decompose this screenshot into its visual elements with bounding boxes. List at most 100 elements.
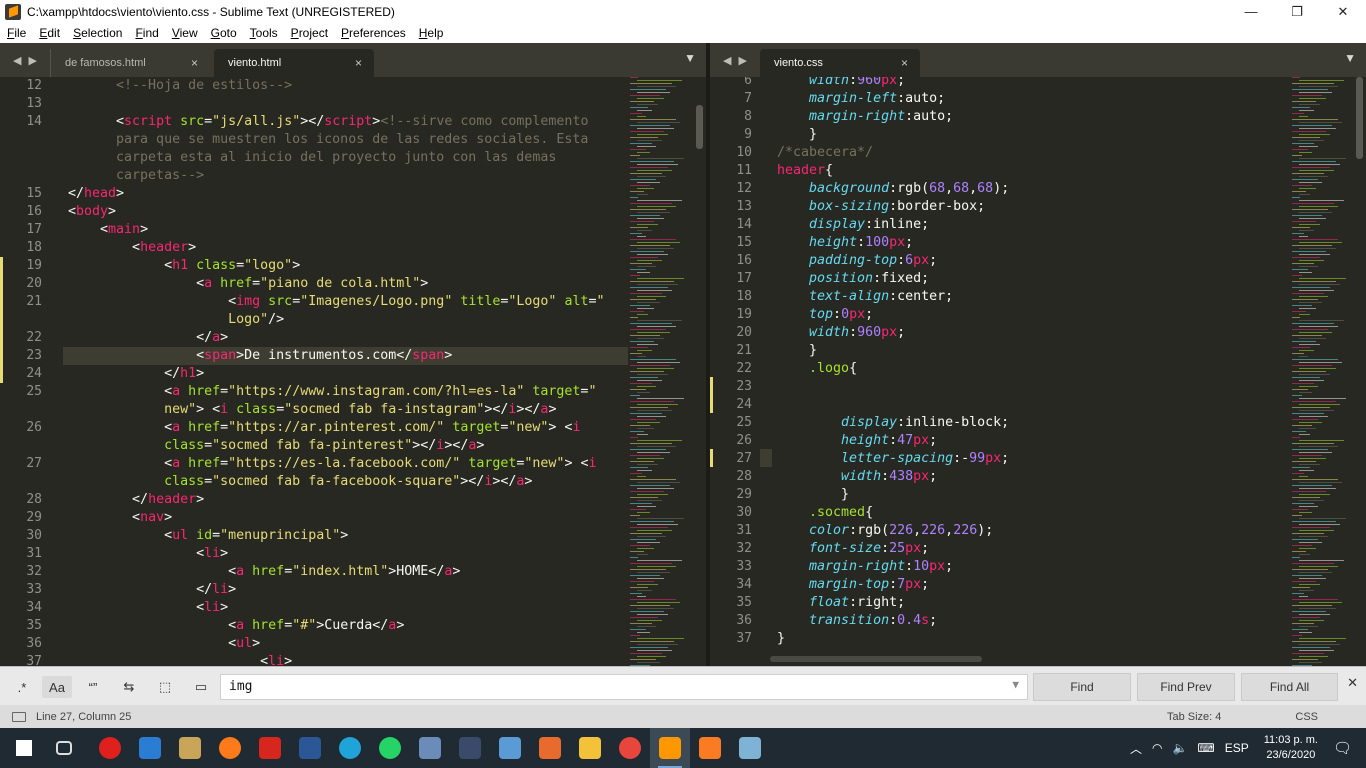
code-line[interactable]: font-size:25px; bbox=[777, 540, 929, 558]
code-line[interactable]: <a href="#">Cuerda</a> bbox=[68, 617, 404, 635]
arrow-left-icon[interactable]: ◀ bbox=[13, 54, 21, 67]
code-line[interactable]: class="socmed fab fa-facebook-square"></… bbox=[68, 473, 532, 491]
code-line[interactable]: text-align:center; bbox=[777, 288, 953, 306]
code-line[interactable]: <li> bbox=[68, 599, 228, 617]
code-line[interactable]: margin-right:10px; bbox=[777, 558, 953, 576]
code-line[interactable]: color:rgb(226,226,226); bbox=[777, 522, 993, 540]
code-line[interactable]: carpeta esta al inicio del proyecto junt… bbox=[68, 149, 556, 167]
code-line[interactable]: <body> bbox=[68, 203, 116, 221]
code-line[interactable]: margin-left:auto; bbox=[777, 90, 945, 108]
code-line[interactable]: <ul> bbox=[68, 635, 260, 653]
code-line[interactable]: background:rgb(68,68,68); bbox=[777, 180, 1009, 198]
minimap[interactable] bbox=[1292, 77, 1356, 666]
code-line[interactable]: margin-top:7px; bbox=[777, 576, 929, 594]
whatsapp-icon[interactable] bbox=[370, 728, 410, 768]
code-line[interactable]: </li> bbox=[68, 581, 236, 599]
code-line[interactable]: <a href="index.html">HOME</a> bbox=[68, 563, 460, 581]
code-line[interactable]: <a href="https://es-la.facebook.com/" ta… bbox=[68, 455, 596, 473]
code-line[interactable]: width:438px; bbox=[777, 468, 937, 486]
tab-de-famosos[interactable]: de famosos.html × bbox=[50, 49, 210, 77]
code-line[interactable]: height:47px; bbox=[777, 432, 937, 450]
code-line[interactable]: <h1 class="logo"> bbox=[68, 257, 300, 275]
menu-edit[interactable]: Edit bbox=[32, 26, 66, 40]
tab-size-indicator[interactable]: Tab Size: 4 bbox=[1167, 711, 1221, 723]
tab-close-icon[interactable]: × bbox=[901, 56, 908, 70]
xampp-tool-icon[interactable] bbox=[410, 728, 450, 768]
code-line[interactable]: margin-right:auto; bbox=[777, 108, 953, 126]
code-line[interactable]: Logo"/> bbox=[68, 311, 284, 329]
acrobat-icon[interactable] bbox=[250, 728, 290, 768]
git-extensions-icon[interactable] bbox=[530, 728, 570, 768]
code-line[interactable]: para que se muestren los iconos de las r… bbox=[68, 131, 588, 149]
find-history-dropdown-icon[interactable]: ▼ bbox=[1012, 678, 1019, 691]
code-line[interactable]: </header> bbox=[68, 491, 204, 509]
find-input[interactable]: img ▼ bbox=[220, 674, 1028, 700]
code-line[interactable]: <header> bbox=[68, 239, 196, 257]
code-line[interactable]: <li> bbox=[68, 545, 228, 563]
menu-goto[interactable]: Goto bbox=[204, 26, 243, 40]
volume-icon[interactable]: 🔈 bbox=[1172, 741, 1187, 755]
highlight-matches-toggle[interactable]: ▭ bbox=[186, 676, 216, 698]
code-line[interactable]: } bbox=[777, 630, 785, 648]
menu-selection[interactable]: Selection bbox=[66, 26, 128, 40]
code-line[interactable]: display:inline; bbox=[777, 216, 929, 234]
code-line[interactable]: width:960px; bbox=[777, 77, 905, 90]
minimap[interactable] bbox=[630, 77, 694, 666]
code-line[interactable]: new"> <i class="socmed fab fa-instagram"… bbox=[68, 401, 556, 419]
tab-close-icon[interactable]: × bbox=[355, 56, 362, 70]
code-line[interactable]: float:right; bbox=[777, 594, 905, 612]
close-button[interactable]: ✕ bbox=[1320, 0, 1366, 23]
code-line[interactable]: position:fixed; bbox=[777, 270, 929, 288]
code-line[interactable]: } bbox=[777, 126, 817, 144]
code-line[interactable]: </a> bbox=[68, 329, 228, 347]
notifications-icon[interactable]: 🗨 bbox=[1333, 739, 1352, 757]
firefox-icon[interactable] bbox=[210, 728, 250, 768]
code-line[interactable]: letter-spacing:-99px; bbox=[777, 450, 1009, 468]
tab-nav-arrows[interactable]: ◀ ▶ bbox=[710, 43, 760, 77]
regex-toggle[interactable]: .* bbox=[8, 676, 36, 698]
code-line[interactable]: </h1> bbox=[68, 365, 204, 383]
code-line[interactable]: <ul id="menuprincipal"> bbox=[68, 527, 348, 545]
tab-menu-icon[interactable]: ▼ bbox=[684, 51, 696, 65]
code-line[interactable]: class="socmed fab fa-pinterest"></i></a> bbox=[68, 437, 484, 455]
language-indicator[interactable]: ESP bbox=[1225, 741, 1249, 755]
mail-icon[interactable] bbox=[130, 728, 170, 768]
notepad-icon[interactable] bbox=[730, 728, 770, 768]
code-line[interactable]: width:960px; bbox=[777, 324, 905, 342]
code-line[interactable]: <a href="https://www.instagram.com/?hl=e… bbox=[68, 383, 596, 401]
opera-icon[interactable] bbox=[90, 728, 130, 768]
code-line[interactable]: <img src="Imagenes/Logo.png" title="Logo… bbox=[68, 293, 604, 311]
tray-overflow-icon[interactable]: ︿ bbox=[1130, 740, 1142, 757]
minimize-button[interactable]: — bbox=[1228, 0, 1274, 23]
menu-find[interactable]: Find bbox=[128, 26, 164, 40]
tab-nav-arrows[interactable]: ◀ ▶ bbox=[0, 43, 50, 77]
code-line[interactable]: <span>De instrumentos.com</span> bbox=[68, 347, 452, 365]
syntax-indicator[interactable]: CSS bbox=[1295, 711, 1318, 723]
case-sensitive-toggle[interactable]: Aa bbox=[42, 676, 72, 698]
code-line[interactable]: <a href="https://ar.pinterest.com/" targ… bbox=[68, 419, 580, 437]
vertical-scrollbar[interactable] bbox=[1356, 77, 1363, 159]
code-line[interactable]: box-sizing:border-box; bbox=[777, 198, 985, 216]
wamp-icon[interactable] bbox=[450, 728, 490, 768]
find-prev-button[interactable]: Find Prev bbox=[1137, 673, 1235, 701]
code-line[interactable]: .socmed{ bbox=[777, 504, 873, 522]
arrow-left-icon[interactable]: ◀ bbox=[723, 54, 731, 67]
maximize-button[interactable]: ❐ bbox=[1274, 0, 1320, 23]
tab-viento-html[interactable]: viento.html × bbox=[214, 49, 374, 77]
find-all-button[interactable]: Find All bbox=[1241, 673, 1338, 701]
code-line[interactable]: } bbox=[777, 342, 817, 360]
arrow-right-icon[interactable]: ▶ bbox=[29, 54, 37, 67]
code-line[interactable]: /*cabecera*/ bbox=[777, 144, 873, 162]
file-explorer-icon[interactable] bbox=[570, 728, 610, 768]
start-icon[interactable] bbox=[4, 728, 44, 768]
tab-viento-css[interactable]: viento.css × bbox=[760, 49, 920, 77]
git-gui-icon[interactable] bbox=[490, 728, 530, 768]
code-line[interactable]: <li> bbox=[68, 653, 292, 666]
whole-word-toggle[interactable]: “” bbox=[78, 676, 108, 698]
sublime-icon[interactable] bbox=[650, 728, 690, 768]
code-line[interactable]: header{ bbox=[777, 162, 833, 180]
code-line[interactable]: display:inline-block; bbox=[777, 414, 1009, 432]
menu-preferences[interactable]: Preferences bbox=[334, 26, 412, 40]
menu-view[interactable]: View bbox=[165, 26, 204, 40]
arrow-right-icon[interactable]: ▶ bbox=[739, 54, 747, 67]
